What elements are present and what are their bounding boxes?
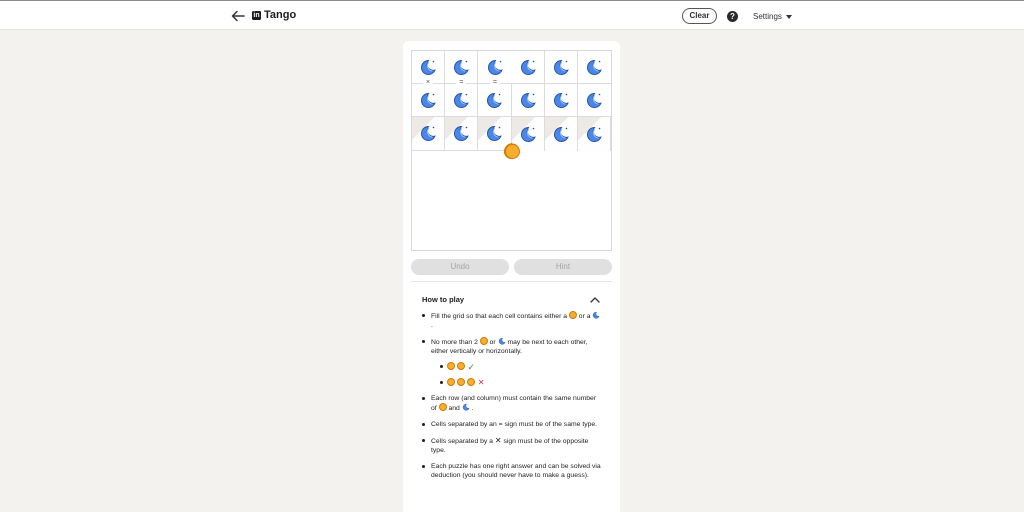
moon-icon bbox=[586, 126, 602, 142]
moon-icon bbox=[454, 93, 469, 109]
linkedin-logo-icon: in bbox=[252, 10, 261, 20]
moon-icon bbox=[593, 311, 600, 319]
board-cell[interactable] bbox=[511, 84, 545, 118]
settings-label: Settings bbox=[753, 12, 782, 21]
sun-icon bbox=[447, 362, 455, 370]
clear-button[interactable]: Clear bbox=[682, 8, 717, 24]
cross-constraint: × bbox=[423, 79, 434, 88]
settings-dropdown[interactable]: Settings bbox=[753, 12, 792, 21]
moon-icon bbox=[520, 126, 536, 142]
game-board: ×===×= bbox=[411, 50, 612, 251]
rule-text: and bbox=[448, 405, 460, 412]
back-arrow-icon[interactable] bbox=[230, 8, 246, 24]
moon-icon bbox=[421, 93, 436, 109]
game-panel: ×===×= Undo Hint How to play Fill the gr… bbox=[403, 41, 620, 512]
board-cell[interactable] bbox=[504, 143, 520, 159]
moon-icon bbox=[487, 93, 503, 109]
top-bar: in Tango Clear ? Settings bbox=[0, 0, 1024, 30]
rule-text: or bbox=[489, 339, 496, 346]
board-cell[interactable] bbox=[544, 117, 578, 151]
board-cell[interactable]: = bbox=[445, 51, 479, 88]
sun-icon bbox=[504, 143, 520, 159]
moon-icon bbox=[421, 60, 436, 76]
page-title: Tango bbox=[264, 9, 297, 21]
example-invalid: ✕ bbox=[431, 378, 602, 387]
moon-icon bbox=[553, 126, 569, 142]
rule-text: Fill the grid so that each cell contains… bbox=[431, 313, 568, 320]
hint-button[interactable]: Hint bbox=[514, 259, 612, 275]
check-icon: ✓ bbox=[467, 362, 476, 372]
board-cell[interactable]: = bbox=[478, 51, 512, 88]
rule-item: Each puzzle has one right answer and can… bbox=[422, 462, 602, 480]
moon-icon bbox=[553, 60, 569, 76]
how-to-play-title: How to play bbox=[422, 295, 465, 304]
rule-text: . bbox=[471, 405, 474, 412]
board-cell[interactable] bbox=[412, 117, 446, 151]
sun-icon bbox=[467, 378, 476, 386]
chevron-up-icon[interactable] bbox=[590, 297, 600, 303]
equal-constraint: = bbox=[489, 79, 500, 88]
moon-icon bbox=[454, 126, 469, 142]
rule-text: or a bbox=[578, 313, 591, 320]
undo-button[interactable]: Undo bbox=[411, 259, 509, 275]
rule-text: No more than 2 bbox=[431, 339, 478, 346]
board-cell[interactable] bbox=[577, 51, 611, 85]
moon-icon bbox=[421, 126, 436, 142]
board-cell[interactable] bbox=[544, 84, 578, 118]
caret-down-icon bbox=[785, 14, 792, 19]
rule-text: Cells separated by an = sign must be of … bbox=[431, 421, 598, 428]
sun-icon bbox=[457, 378, 466, 386]
sun-icon bbox=[438, 403, 447, 411]
moon-icon bbox=[587, 60, 603, 76]
moon-icon bbox=[587, 93, 603, 109]
board-cell[interactable] bbox=[478, 84, 512, 118]
sun-icon bbox=[447, 378, 455, 386]
rule-item: No more than 2 or may be next to each ot… bbox=[422, 337, 602, 387]
rule-item: Cells separated by a ✕ sign must be of t… bbox=[422, 436, 602, 455]
moon-icon bbox=[487, 60, 503, 76]
board-cell[interactable] bbox=[577, 84, 611, 118]
board-cell[interactable]: × bbox=[412, 51, 446, 88]
sun-icon bbox=[479, 337, 488, 345]
rule-text: Cells separated by a bbox=[431, 438, 493, 445]
board-cell[interactable] bbox=[577, 117, 611, 151]
equal-constraint: = bbox=[456, 79, 467, 88]
cross-icon: ✕ bbox=[477, 378, 485, 387]
board-cell[interactable] bbox=[445, 84, 479, 118]
rule-text: Each puzzle has one right answer and can… bbox=[431, 463, 601, 479]
help-icon[interactable]: ? bbox=[727, 11, 738, 22]
game-controls: Undo Hint bbox=[411, 259, 612, 275]
rules-list: Fill the grid so that each cell contains… bbox=[422, 311, 602, 487]
brand: in Tango bbox=[252, 9, 296, 21]
moon-icon bbox=[462, 403, 470, 411]
board-cell[interactable] bbox=[445, 117, 479, 151]
sun-icon bbox=[457, 362, 466, 370]
board-cell[interactable] bbox=[511, 51, 545, 85]
moon-icon bbox=[520, 93, 536, 109]
moon-icon bbox=[553, 93, 569, 109]
board-cell[interactable] bbox=[544, 51, 578, 85]
rule-item: Cells separated by an = sign must be of … bbox=[422, 420, 602, 429]
cross-icon: ✕ bbox=[494, 436, 502, 445]
moon-icon bbox=[487, 126, 503, 142]
board-cell[interactable] bbox=[412, 84, 446, 118]
moon-icon bbox=[454, 60, 469, 76]
rule-item: Fill the grid so that each cell contains… bbox=[422, 311, 602, 330]
rule-item: Each row (and column) must contain the s… bbox=[422, 394, 602, 413]
how-to-play-section: How to play Fill the grid so that each c… bbox=[411, 281, 612, 479]
sun-icon bbox=[568, 311, 577, 319]
moon-icon bbox=[498, 337, 506, 345]
moon-icon bbox=[520, 60, 536, 76]
example-valid: ✓ bbox=[431, 362, 602, 372]
rule-text: . bbox=[431, 322, 433, 329]
